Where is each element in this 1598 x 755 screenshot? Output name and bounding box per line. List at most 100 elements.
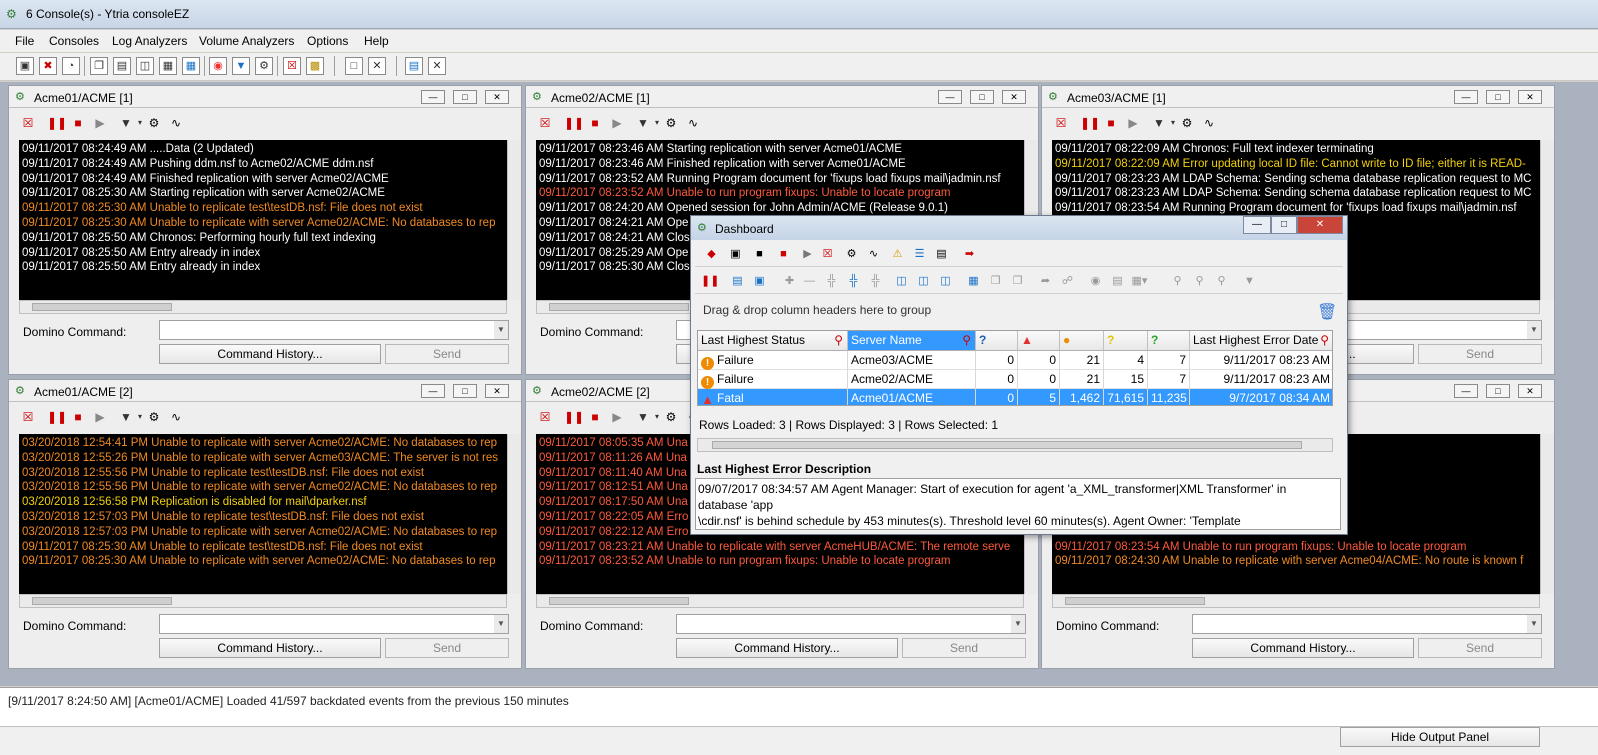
stop-console-icon[interactable]: ☒ [1052,114,1070,132]
send-button[interactable]: Send [385,344,509,364]
command-history-button[interactable]: Command History... [159,638,381,658]
command-history-button[interactable]: Command History... [1192,638,1414,658]
tile-horizontal-icon[interactable]: ▤ [113,57,131,75]
close-button[interactable]: ✕ [485,384,509,398]
scroll-thumb[interactable] [32,303,172,311]
columns-split-icon[interactable]: ◫ [915,273,932,290]
stop-icon[interactable]: ■ [586,114,604,132]
maximize-button[interactable]: □ [453,90,477,104]
play-icon[interactable]: ▶ [91,408,109,426]
send-button[interactable]: Send [902,638,1026,658]
console-title-bar[interactable]: ⚙ Acme02/ACME [1] — □ ✕ [526,86,1038,108]
domino-command-input[interactable]: ▼ [676,614,1026,634]
chevron-down-icon[interactable]: ▼ [494,615,508,633]
send-button[interactable]: Send [1418,638,1542,658]
filter-icon[interactable]: ▼ [1241,273,1258,290]
domino-command-input[interactable]: ▼ [159,320,509,340]
pause-icon[interactable]: ❚❚ [1080,114,1100,132]
chevron-down-icon[interactable]: ▼ [1011,615,1025,633]
horizontal-scrollbar[interactable] [19,300,507,314]
settings-icon[interactable]: ⚙ [843,246,860,263]
menu-volume-analyzers[interactable]: Volume Analyzers [199,34,294,48]
maximize-button[interactable]: □ [1486,384,1510,398]
settings-icon[interactable]: ⚙ [145,114,163,132]
table-row[interactable]: ! Failure Acme02/ACME 0 0 21 15 7 9/11/2017 08:2… [698,370,1332,389]
horizontal-scrollbar[interactable] [19,594,507,608]
palette-icon[interactable]: ◉ [1087,273,1104,290]
settings-icon[interactable]: ⚙ [145,408,163,426]
close-button[interactable]: ✕ [1297,216,1343,234]
maximize-button[interactable]: □ [970,90,994,104]
chart-icon[interactable]: ∿ [167,114,185,132]
dashboard-title-bar[interactable]: ⚙ Dashboard — □ ✕ [691,216,1347,240]
col-normal-count[interactable]: ? [1148,331,1190,351]
stop-console-icon[interactable]: ☒ [536,114,554,132]
pause-icon[interactable]: ❚❚ [564,408,584,426]
stop-icon[interactable]: ■ [1102,114,1120,132]
zoom-out-icon[interactable]: ⚲ [1213,273,1230,290]
format-icon[interactable]: ▤ [1109,273,1126,290]
send-button[interactable]: Send [385,638,509,658]
options-dropdown-icon[interactable]: ▦▾ [1131,273,1148,290]
stop-icon[interactable]: ■ [586,408,604,426]
minimize-button[interactable]: — [1243,216,1271,234]
horizontal-scrollbar[interactable] [697,438,1333,452]
cascade-icon[interactable]: ❐ [90,57,108,75]
minimize-button[interactable]: — [1454,384,1478,398]
maximize-button[interactable]: □ [1486,90,1510,104]
vertical-scrollbar[interactable] [507,140,521,300]
chart-icon[interactable]: ∿ [1200,114,1218,132]
close-dashboard-icon[interactable]: ✕ [428,57,446,75]
domino-command-input[interactable]: ▼ [159,614,509,634]
col-last-highest-status[interactable]: Last Highest Status ⚲ [698,331,848,351]
stop-console-icon[interactable]: ☒ [19,114,37,132]
group-icon[interactable]: ╬ [845,273,862,290]
stop-console-icon[interactable]: ☒ [19,408,37,426]
chevron-down-icon[interactable]: ▼ [1527,615,1541,633]
settings-icon[interactable]: ⚙ [255,57,273,75]
trash-icon[interactable]: 🗑 [1317,302,1337,322]
layout-icon[interactable]: ▣ [751,273,768,290]
maximize-button[interactable]: □ [1271,216,1297,234]
send-button[interactable]: Send [1418,344,1542,364]
col-failure-count[interactable]: ● [1060,331,1104,351]
console-title-bar[interactable]: ⚙ Acme01/ACME [1] — □ ✕ [9,86,521,108]
col-warning-count[interactable]: ? [1104,331,1148,351]
stop-icon[interactable]: ■ [69,408,87,426]
close-icon[interactable]: ☒ [819,246,836,263]
pause-icon[interactable]: ❚❚ [564,114,584,132]
pause-icon[interactable]: ❚❚ [47,114,67,132]
close-button[interactable]: ✕ [485,90,509,104]
stop-icon[interactable]: ■ [775,246,792,263]
table-row[interactable]: ▲ Fatal Acme01/ACME 0 5 1,462 71,615 11,235 9/7/… [698,389,1332,405]
scroll-thumb[interactable] [1065,597,1205,605]
console-log[interactable]: 09/11/2017 08:24:49 AM .....Data (2 Upda… [19,140,507,300]
ungroup-icon[interactable]: ╬ [867,273,884,290]
tile-all-icon[interactable]: ▦ [182,57,200,75]
col-server-name[interactable]: Server Name ⚲ [848,331,976,351]
domino-command-input[interactable]: ▼ [1192,614,1542,634]
stop-icon[interactable]: ■ [69,114,87,132]
scroll-thumb[interactable] [32,597,172,605]
vertical-scrollbar[interactable] [1540,140,1554,300]
menu-help[interactable]: Help [364,34,389,48]
filter-icon[interactable]: ⚲ [834,331,843,350]
play-icon[interactable]: ▶ [608,114,626,132]
remove-icon[interactable]: ◆ [703,246,720,263]
vertical-scrollbar[interactable] [1540,434,1554,594]
col-last-highest-error-date[interactable]: Last Highest Error Date ⚲ [1190,331,1332,351]
columns-merge-icon[interactable]: ◫ [937,273,954,290]
horizontal-scrollbar[interactable] [536,594,1024,608]
pin-icon[interactable]: ➡ [961,246,978,263]
play-icon[interactable]: ▶ [608,408,626,426]
group-by-area[interactable]: Drag & drop column headers here to group [697,300,1327,322]
close-button[interactable]: ✕ [1518,384,1542,398]
play-icon[interactable]: ▶ [91,114,109,132]
console-title-bar[interactable]: ⚙ Acme01/ACME [2] — □ ✕ [9,380,521,402]
table-row[interactable]: ! Failure Acme03/ACME 0 0 21 4 7 9/11/2017 08:23… [698,351,1332,370]
link-icon[interactable]: ☍ [1059,273,1076,290]
bus-icon[interactable]: ▩ [306,57,324,75]
view-icon[interactable]: ▤ [729,273,746,290]
filter-icon[interactable]: ⚲ [962,331,971,350]
close-console-icon[interactable]: ✖ [39,57,57,75]
